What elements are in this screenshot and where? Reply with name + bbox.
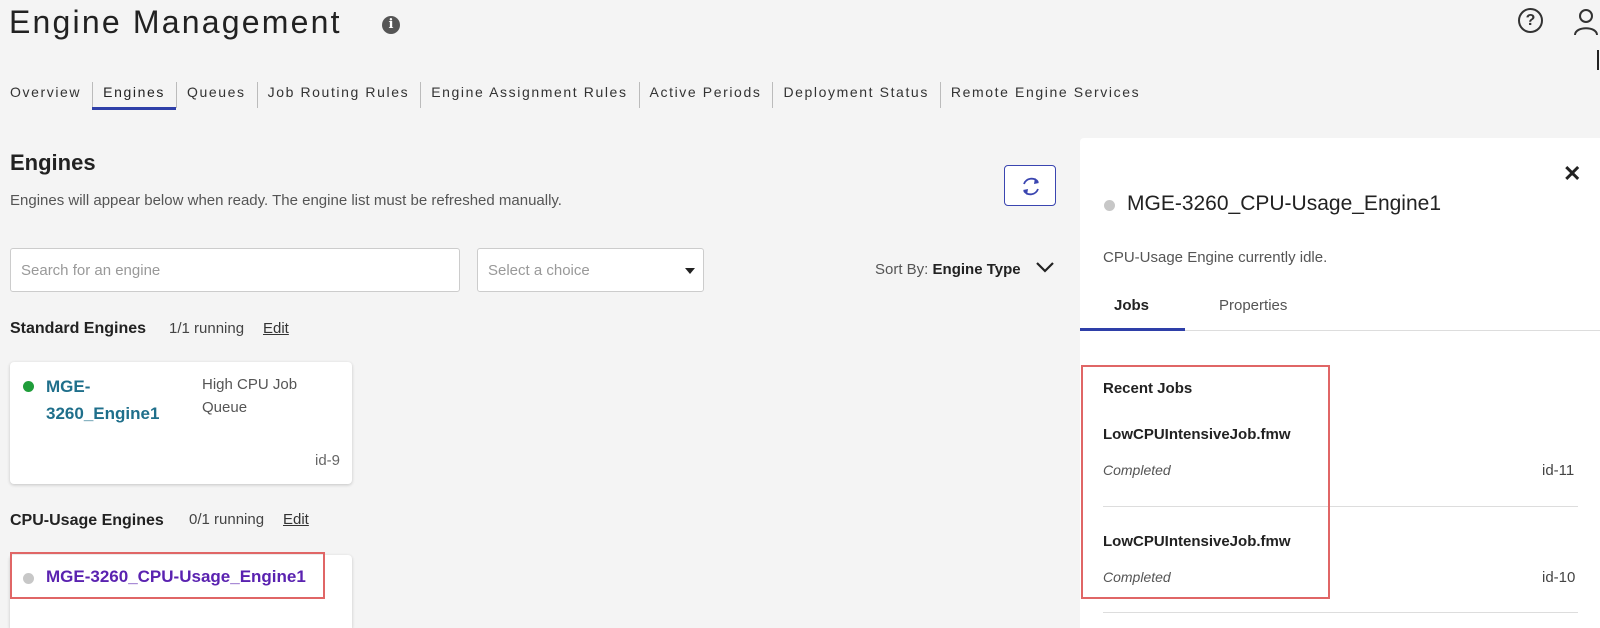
status-dot-idle <box>1104 200 1115 211</box>
group-count-standard: 1/1 running <box>169 320 245 337</box>
engine-name[interactable]: MGE- 3260_Engine1 <box>46 373 159 427</box>
tab-overview[interactable]: Overview <box>0 80 92 110</box>
page-title: Engine Management <box>9 4 342 40</box>
group-count-cpu: 0/1 running <box>189 511 265 528</box>
panel-status: CPU-Usage Engine currently idle. <box>1103 249 1328 266</box>
status-dot-running <box>23 381 34 392</box>
main-tabs: Overview Engines Queues Job Routing Rule… <box>0 80 1151 110</box>
section-title: Engines <box>10 150 96 175</box>
panel-title: MGE-3260_CPU-Usage_Engine1 <box>1127 192 1442 215</box>
refresh-icon <box>1023 177 1039 196</box>
engine-id: id-9 <box>314 452 340 469</box>
edit-standard-link[interactable]: Edit <box>263 320 289 337</box>
section-description: Engines will appear below when ready. Th… <box>10 192 562 209</box>
caret-down-icon <box>685 268 695 274</box>
tab-remote-engine-services[interactable]: Remote Engine Services <box>939 80 1151 110</box>
highlight-box-recent-jobs <box>1081 365 1330 599</box>
user-icon[interactable] <box>1574 8 1598 36</box>
close-icon[interactable]: ✕ <box>1563 163 1581 185</box>
job-separator <box>1103 612 1578 613</box>
filter-select[interactable]: Select a choice <box>477 248 704 292</box>
highlight-box-engine <box>10 552 325 599</box>
job-id: id-11 <box>1542 462 1575 479</box>
sort-by[interactable]: Sort By: Engine Type <box>875 261 1021 278</box>
tab-active-periods[interactable]: Active Periods <box>638 80 773 110</box>
info-icon[interactable]: i <box>382 16 400 34</box>
tab-deployment-status[interactable]: Deployment Status <box>772 80 939 110</box>
tab-engine-assignment-rules[interactable]: Engine Assignment Rules <box>420 80 638 110</box>
chevron-down-icon[interactable] <box>1034 260 1056 274</box>
tab-queues[interactable]: Queues <box>175 80 257 110</box>
tab-jobs[interactable]: Jobs <box>1114 297 1149 314</box>
sort-value: Engine Type <box>932 261 1021 278</box>
search-input[interactable] <box>10 248 460 292</box>
engine-queue: High CPU Job Queue <box>202 376 298 416</box>
engine-card-standard[interactable]: MGE- 3260_Engine1 High CPU Job Queue id-… <box>10 362 352 484</box>
active-tab-indicator <box>1080 328 1185 331</box>
refresh-button[interactable] <box>1004 165 1056 206</box>
edit-cpu-link[interactable]: Edit <box>283 511 309 528</box>
sort-label: Sort By: <box>875 261 929 278</box>
group-title-cpu: CPU-Usage Engines <box>10 512 164 529</box>
help-icon[interactable]: ? <box>1518 8 1543 33</box>
group-title-standard: Standard Engines <box>10 320 147 337</box>
select-placeholder: Select a choice <box>488 262 590 279</box>
job-id: id-10 <box>1542 569 1576 586</box>
scrollbar-edge <box>1597 50 1599 70</box>
tab-engines[interactable]: Engines <box>92 80 176 110</box>
tab-job-routing-rules[interactable]: Job Routing Rules <box>256 80 421 110</box>
tab-properties[interactable]: Properties <box>1219 297 1287 314</box>
